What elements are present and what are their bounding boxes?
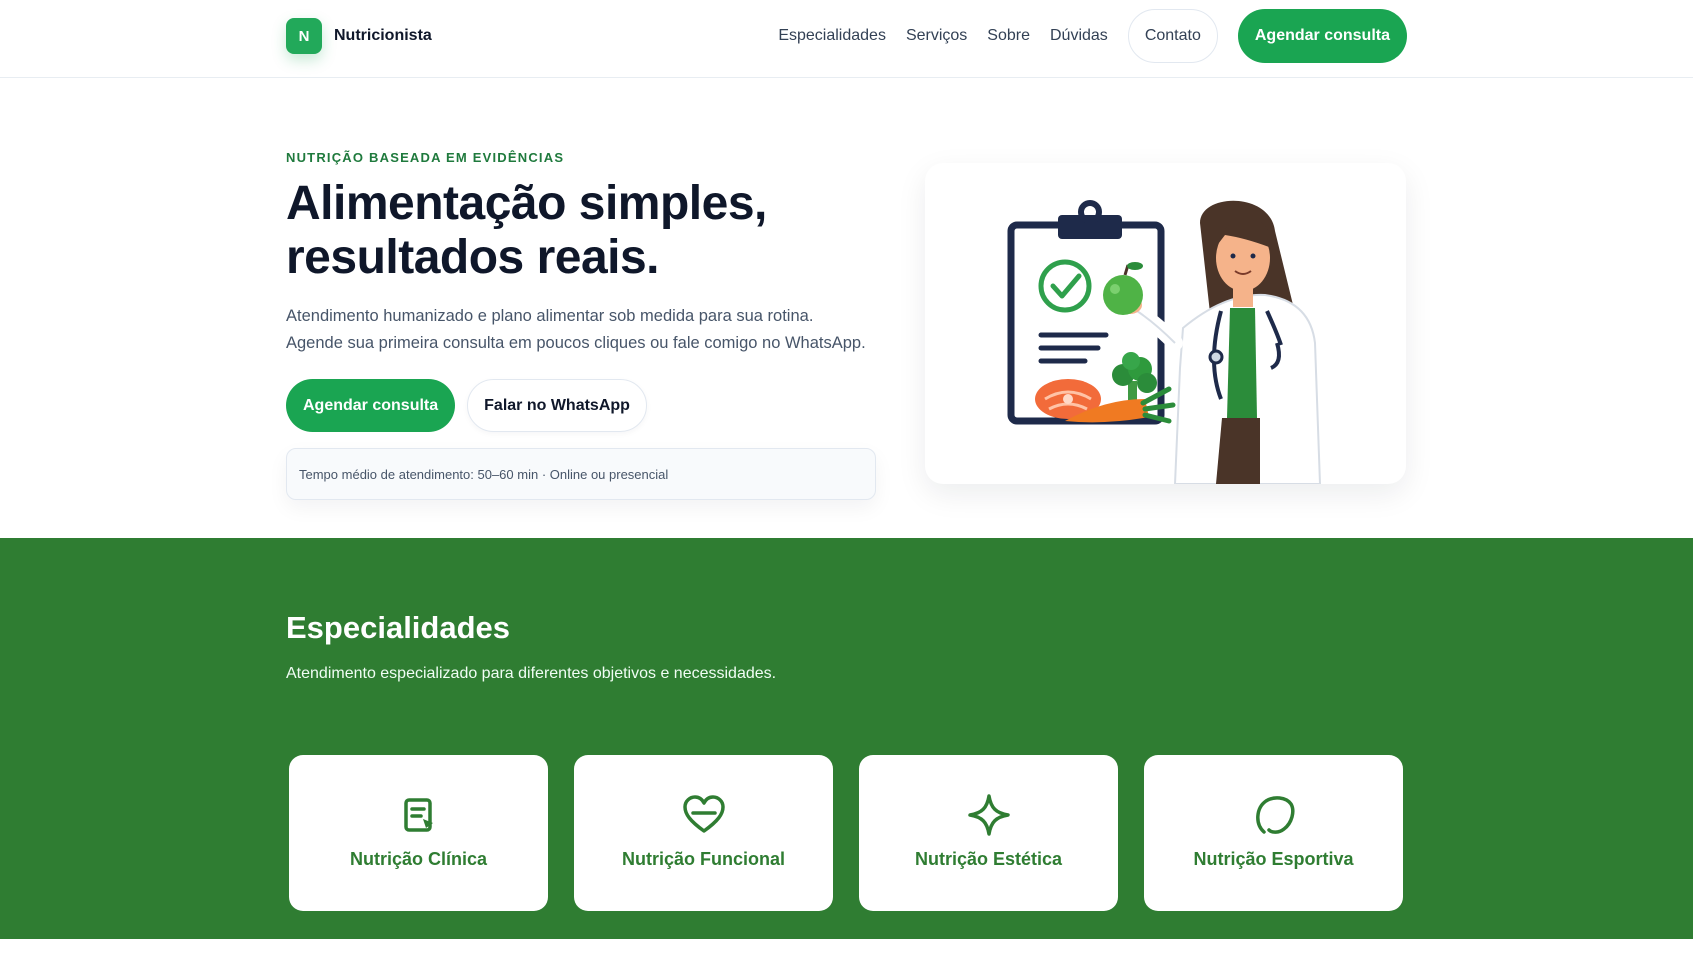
nav-schedule-button[interactable]: Agendar consulta (1237, 9, 1407, 63)
clipboard-icon (403, 798, 433, 832)
attendance-info: Tempo médio de atendimento: 50–60 min · … (286, 448, 876, 500)
specialties-subtitle: Atendimento especializado para diferente… (286, 665, 777, 682)
nav-link-duvidas[interactable]: Dúvidas (1050, 27, 1108, 45)
specialties-title: Especialidades (286, 610, 511, 645)
hero-schedule-button[interactable]: Agendar consulta (286, 379, 456, 432)
heart-icon (682, 795, 725, 833)
specialty-card-clinica[interactable]: Nutrição Clínica (289, 755, 548, 911)
hero-subtitle-line-2: Agende sua primeira consulta em poucos c… (286, 334, 866, 352)
hero-subtitle: Atendimento humanizado e plano alimentar… (286, 303, 876, 357)
top-navigation-bar: N Nutricionista Especialidades Serviços … (0, 0, 1693, 78)
specialty-card-esportiva[interactable]: Nutrição Esportiva (1144, 755, 1403, 911)
nav-contact-button[interactable]: Contato (1127, 9, 1218, 63)
hero-title: Alimentação simples, resultados reais. (286, 177, 876, 285)
specialty-label: Nutrição Esportiva (1193, 849, 1354, 869)
sparkle-icon (967, 794, 1010, 836)
main-nav: Especialidades Serviços Sobre Dúvidas Co… (778, 9, 1407, 63)
nav-link-sobre[interactable]: Sobre (987, 27, 1030, 45)
specialty-label: Nutrição Estética (914, 849, 1063, 869)
nutritionist-illustration (1007, 200, 1322, 484)
specialty-cards: Nutrição Clínica Nutrição Funcional Nutr… (289, 755, 1403, 911)
specialty-label: Nutrição Clínica (349, 849, 488, 869)
leaf-icon (1255, 796, 1294, 834)
hero-illustration-card (925, 163, 1406, 484)
hero-subtitle-line-1: Atendimento humanizado e plano alimentar… (286, 307, 814, 325)
hero-actions: Agendar consulta Falar no WhatsApp (286, 379, 876, 432)
hero-section: NUTRIÇÃO BASEADA EM EVIDÊNCIAS Alimentaç… (286, 150, 876, 500)
specialties-section: Especialidades Atendimento especializado… (0, 538, 1693, 939)
brand[interactable]: N Nutricionista (286, 18, 432, 54)
brand-logo: N (286, 18, 322, 54)
specialty-label: Nutrição Funcional (621, 849, 785, 869)
hero-title-line-2: resultados reais. (286, 231, 660, 284)
whatsapp-button[interactable]: Falar no WhatsApp (467, 379, 647, 432)
hero-title-line-1: Alimentação simples, (286, 177, 767, 230)
nav-link-especialidades[interactable]: Especialidades (778, 27, 886, 45)
brand-name: Nutricionista (334, 27, 432, 44)
specialty-card-funcional[interactable]: Nutrição Funcional (574, 755, 833, 911)
nav-link-servicos[interactable]: Serviços (906, 27, 967, 45)
hero-eyebrow: NUTRIÇÃO BASEADA EM EVIDÊNCIAS (286, 150, 565, 165)
specialty-card-estetica[interactable]: Nutrição Estética (859, 755, 1118, 911)
